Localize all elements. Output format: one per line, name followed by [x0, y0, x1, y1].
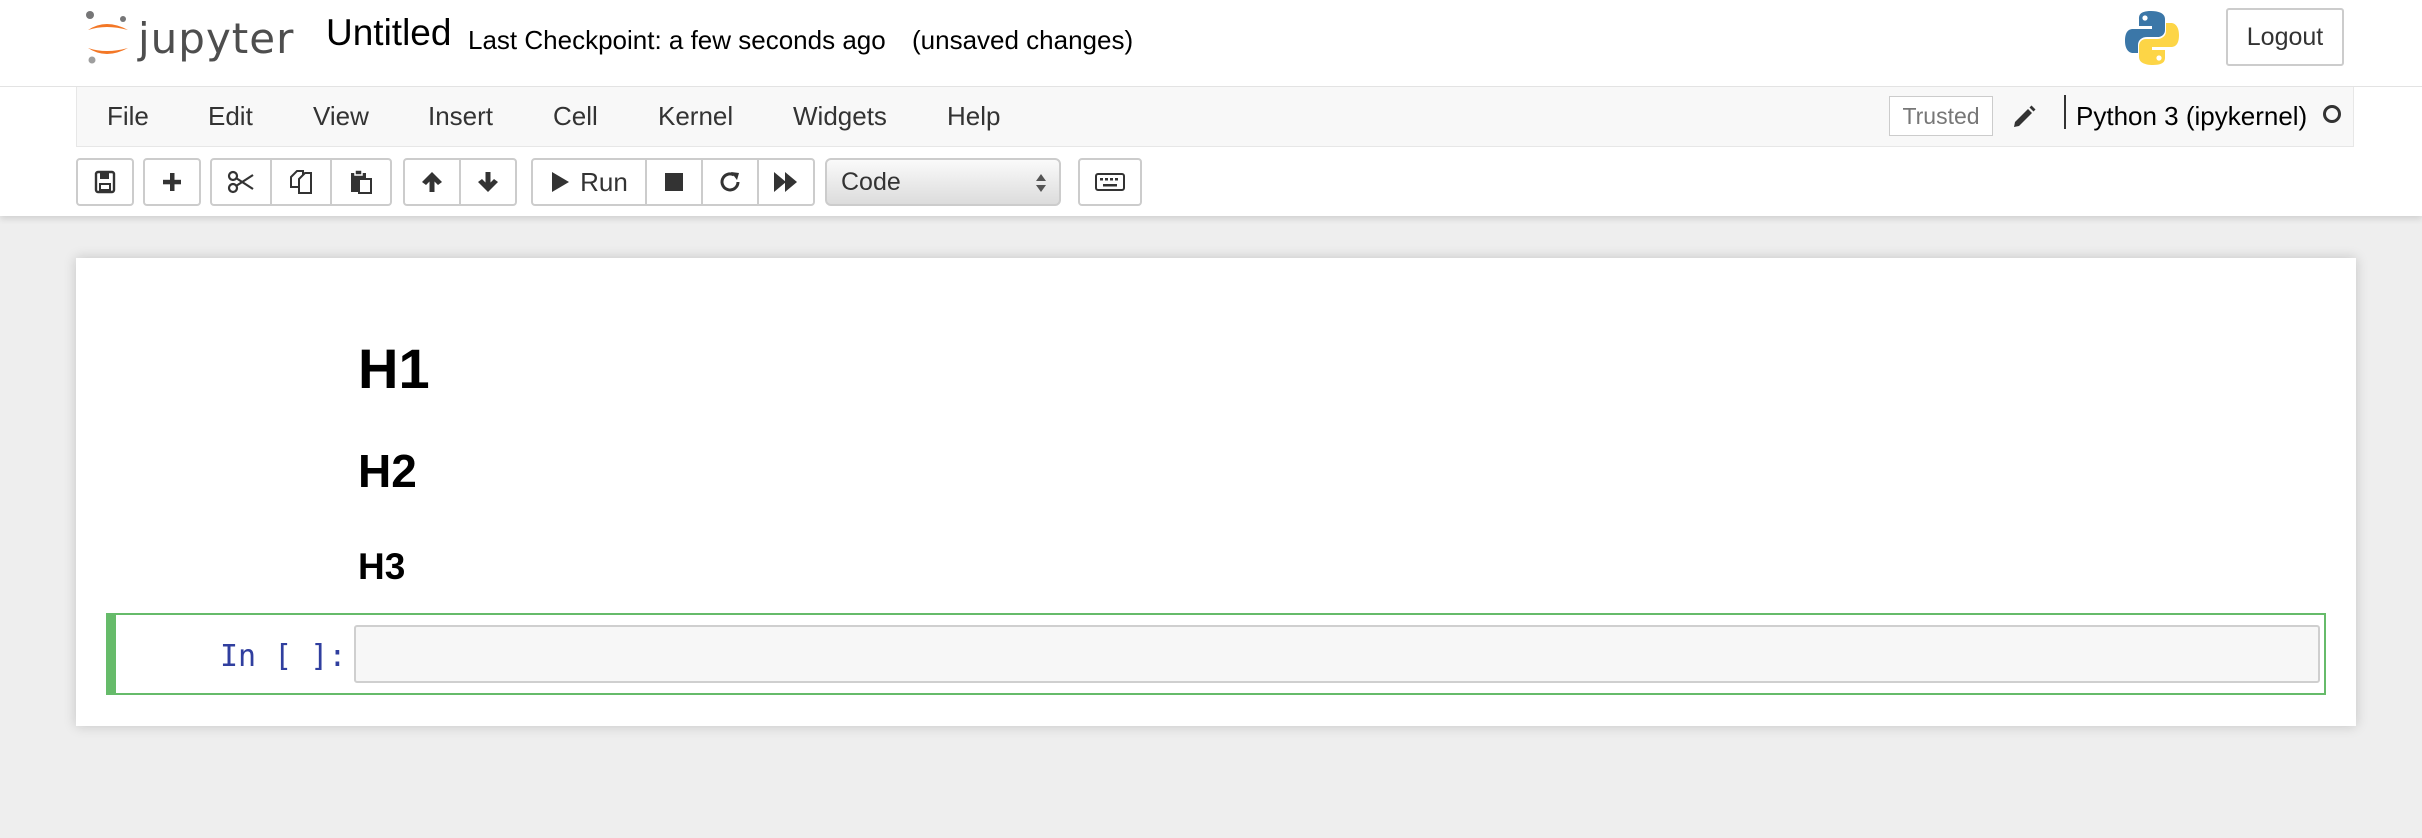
checkpoint-status: Last Checkpoint: a few seconds ago [468, 25, 886, 55]
keyboard-icon [1095, 173, 1125, 191]
insert-cell-button[interactable] [143, 158, 201, 206]
jupyter-logo[interactable]: jupyter [84, 8, 294, 68]
menu-help[interactable]: Help [947, 101, 1000, 132]
toolbar-edit-group [210, 158, 392, 206]
code-input-editor[interactable] [354, 625, 2320, 683]
menu-view[interactable]: View [313, 101, 369, 132]
input-prompt: In [ ]: [220, 639, 347, 674]
menu-file[interactable]: File [107, 101, 149, 132]
toolbar-run-group: Run [531, 158, 815, 206]
run-all-button[interactable] [757, 158, 815, 206]
code-cell-selected[interactable]: In [ ]: [106, 613, 2326, 695]
arrow-up-icon [422, 172, 442, 192]
restart-icon [720, 172, 740, 192]
stop-icon [665, 173, 683, 191]
select-arrows-icon [1036, 174, 1046, 192]
save-icon [94, 170, 116, 194]
cut-button[interactable] [210, 158, 272, 206]
jupyter-logo-icon [84, 8, 132, 68]
notebook-header: jupyter Untitled Last Checkpoint: a few … [0, 0, 2422, 216]
save-button[interactable] [76, 158, 134, 206]
paste-icon [351, 169, 372, 194]
kernel-divider [2064, 95, 2066, 129]
command-palette-button[interactable] [1078, 158, 1142, 206]
cut-icon [227, 170, 254, 194]
markdown-heading-1[interactable]: H1 [358, 336, 430, 401]
run-button[interactable]: Run [531, 158, 647, 206]
menu-kernel[interactable]: Kernel [658, 101, 733, 132]
cell-type-select[interactable]: Code [825, 158, 1061, 206]
move-up-button[interactable] [403, 158, 461, 206]
toolbar-insert-group [143, 158, 201, 206]
copy-button[interactable] [270, 158, 332, 206]
menu-widgets[interactable]: Widgets [793, 101, 887, 132]
toolbar-move-group [403, 158, 517, 206]
pencil-icon[interactable] [2011, 103, 2037, 129]
top-bar: jupyter Untitled Last Checkpoint: a few … [0, 0, 2422, 87]
trusted-indicator[interactable]: Trusted [1889, 96, 1993, 136]
kernel-idle-icon [2323, 105, 2341, 123]
arrow-down-icon [478, 172, 498, 192]
logout-button[interactable]: Logout [2226, 8, 2344, 66]
paste-button[interactable] [330, 158, 392, 206]
markdown-heading-2[interactable]: H2 [358, 444, 417, 498]
notebook-container: H1 H2 H3 In [ ]: [76, 258, 2356, 726]
menu-cell[interactable]: Cell [553, 101, 598, 132]
restart-button[interactable] [701, 158, 759, 206]
run-label: Run [580, 166, 628, 197]
play-icon [552, 172, 570, 192]
python-logo-icon [2123, 9, 2181, 67]
toolbar-shortcuts-group [1078, 158, 1142, 206]
toolbar-save-group [76, 158, 134, 206]
plus-icon [163, 173, 181, 191]
cell-type-value: Code [841, 167, 901, 196]
kernel-name[interactable]: Python 3 (ipykernel) [2076, 101, 2307, 132]
autosave-status: (unsaved changes) [912, 25, 1134, 55]
interrupt-button[interactable] [645, 158, 703, 206]
move-down-button[interactable] [459, 158, 517, 206]
fast-forward-icon [774, 172, 797, 192]
notebook-title[interactable]: Untitled [326, 12, 451, 54]
menubar: File Edit View Insert Cell Kernel Widget… [76, 87, 2354, 147]
markdown-heading-3[interactable]: H3 [358, 546, 405, 588]
copy-icon [290, 170, 312, 194]
menu-insert[interactable]: Insert [428, 101, 493, 132]
logo-wordmark: jupyter [138, 13, 295, 63]
menu-edit[interactable]: Edit [208, 101, 253, 132]
